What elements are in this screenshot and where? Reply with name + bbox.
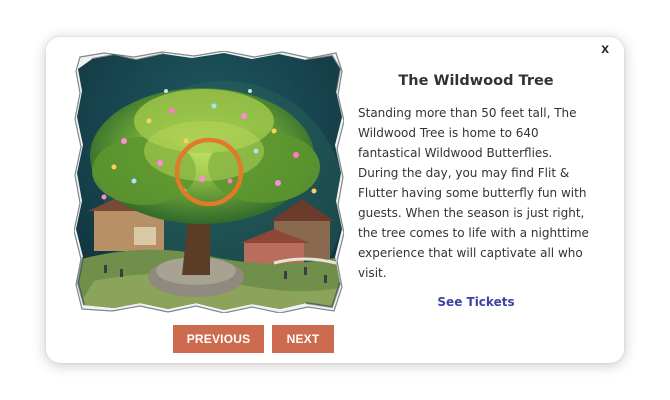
image-navigation: PREVIOUS NEXT bbox=[173, 325, 334, 353]
attraction-modal: x PREVIOUS NEXT The Wildwood Tree Standi… bbox=[46, 37, 624, 363]
close-button[interactable]: x bbox=[601, 41, 609, 55]
previous-button[interactable]: PREVIOUS bbox=[173, 325, 264, 353]
see-tickets-link[interactable]: See Tickets bbox=[358, 295, 594, 309]
attraction-title: The Wildwood Tree bbox=[398, 73, 554, 89]
page-backdrop: x PREVIOUS NEXT The Wildwood Tree Standi… bbox=[0, 0, 670, 400]
attraction-image bbox=[74, 51, 344, 313]
attraction-details: The Wildwood Tree Standing more than 50 … bbox=[358, 73, 594, 309]
attraction-description: Standing more than 50 feet tall, The Wil… bbox=[358, 106, 589, 280]
next-button[interactable]: NEXT bbox=[272, 325, 334, 353]
